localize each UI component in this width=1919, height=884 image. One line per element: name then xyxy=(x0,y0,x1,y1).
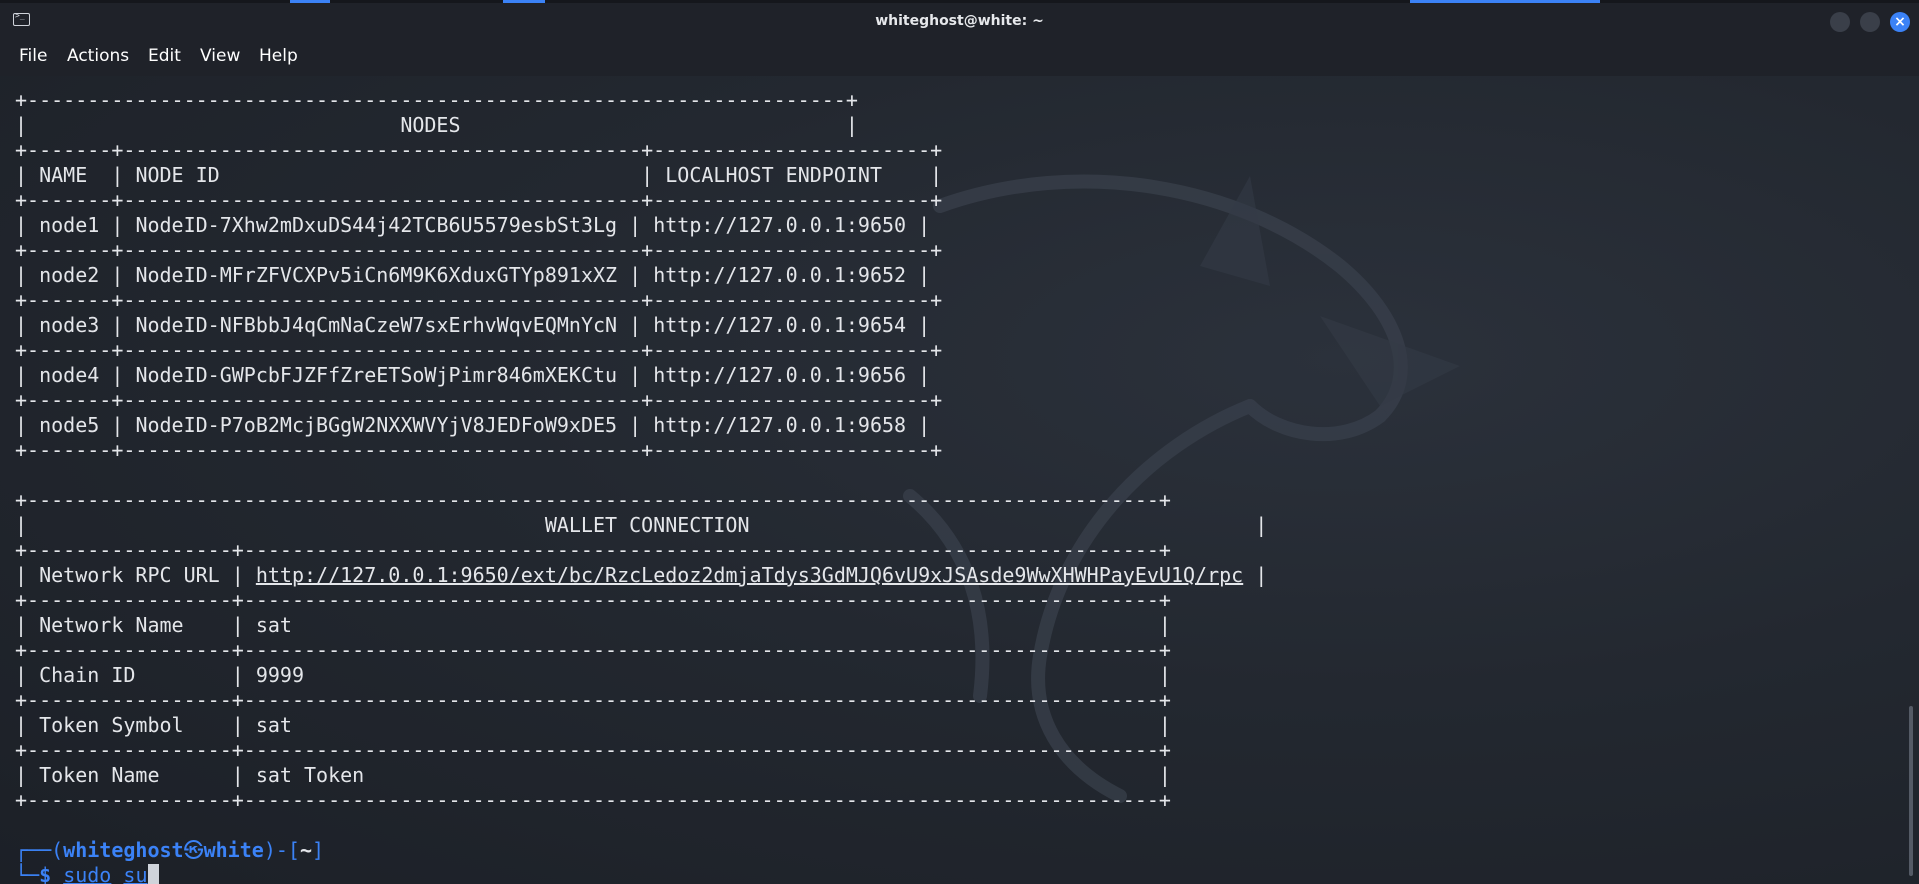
prompt-host: white xyxy=(203,838,264,862)
menu-actions[interactable]: Actions xyxy=(67,46,129,66)
table-row: | Token Symbol | sat | xyxy=(15,713,1171,737)
command-arg: su xyxy=(123,863,148,884)
command-text: sudo xyxy=(63,863,112,884)
text-cursor xyxy=(147,864,159,884)
menu-view[interactable]: View xyxy=(200,46,240,66)
table-row: | node3 | NodeID-NFBbbJ4qCmNaCzeW7sxErhv… xyxy=(15,313,931,337)
maximize-button[interactable] xyxy=(1860,12,1880,32)
window-title: whiteghost@white: ~ xyxy=(875,13,1044,29)
scrollbar[interactable] xyxy=(1909,706,1913,876)
table-row: | Network Name | sat | xyxy=(15,613,1171,637)
table-row: | Token Name | sat Token | xyxy=(15,763,1171,787)
menu-file[interactable]: File xyxy=(19,46,47,66)
table-row: | Network RPC URL | http://127.0.0.1:965… xyxy=(15,563,1268,587)
wallet-table-title: WALLET CONNECTION xyxy=(544,513,750,537)
close-button[interactable]: × xyxy=(1890,12,1910,32)
menu-bar: File Actions Edit View Help xyxy=(0,40,1919,76)
terminal-output[interactable]: +---------------------------------------… xyxy=(0,76,1919,884)
menu-help[interactable]: Help xyxy=(259,46,298,66)
prompt-header: ┌──(whiteghost㉿white)-[~] xyxy=(15,838,325,862)
prompt-user: whiteghost xyxy=(63,838,184,862)
command-line[interactable]: └─$ sudo su xyxy=(15,863,1267,884)
title-bar: whiteghost@white: ~ × xyxy=(0,3,1919,40)
nodes-table-title: NODES xyxy=(400,113,461,137)
table-row: | node2 | NodeID-MFrZFVCXPv5iCn6M9K6Xdux… xyxy=(15,263,931,287)
menu-edit[interactable]: Edit xyxy=(148,46,181,66)
rpc-url-link[interactable]: http://127.0.0.1:9650/ext/bc/RzcLedoz2dm… xyxy=(256,563,1243,587)
table-row: | NAME | NODE ID | LOCALHOST ENDPOINT | xyxy=(15,163,943,187)
prompt-dir: ~ xyxy=(299,838,312,862)
table-row: | Chain ID | 9999 | xyxy=(15,663,1171,687)
table-row: | node1 | NodeID-7Xhw2mDxuDS44j42TCB6U55… xyxy=(15,213,931,237)
table-row: | node5 | NodeID-P7oB2McjBGgW2NXXWVYjV8J… xyxy=(15,413,931,437)
table-row: | node4 | NodeID-GWPcbFJZFfZreETSoWjPimr… xyxy=(15,363,931,387)
terminal-text[interactable]: +---------------------------------------… xyxy=(15,88,1267,884)
minimize-button[interactable] xyxy=(1830,12,1850,32)
